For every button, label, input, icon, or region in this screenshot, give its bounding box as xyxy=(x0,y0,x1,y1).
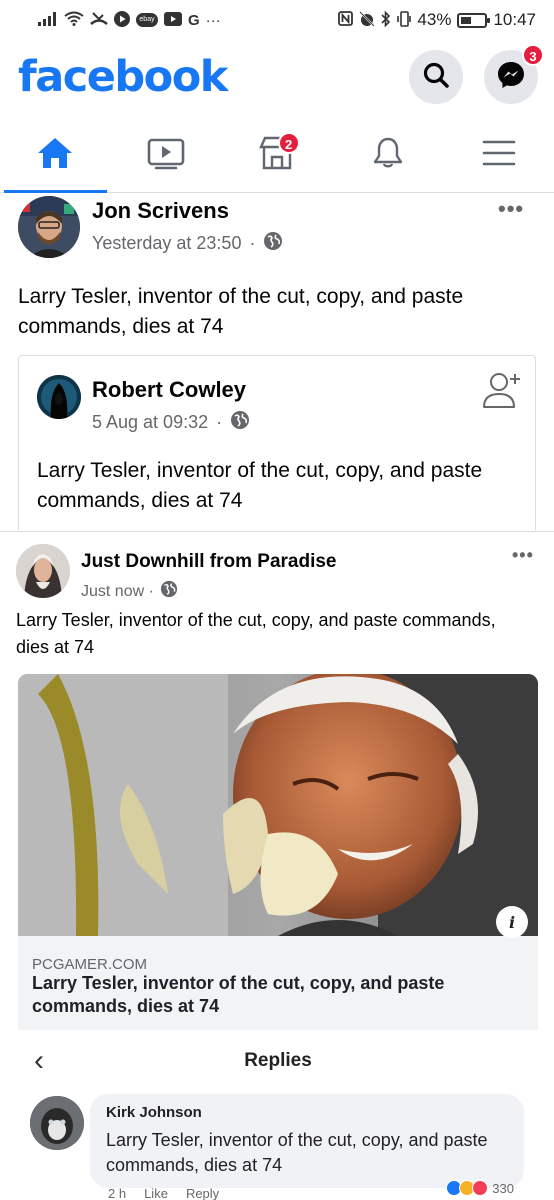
messenger-button[interactable]: 3 xyxy=(484,44,544,104)
reaction-count: 330 xyxy=(492,1180,514,1196)
link-domain: PCGAMER.COM xyxy=(32,956,148,973)
main-nav: 2 xyxy=(0,118,554,193)
nfc-icon xyxy=(338,11,354,29)
messenger-icon xyxy=(496,60,526,95)
search-icon xyxy=(422,61,450,94)
globe-icon xyxy=(263,231,283,256)
signal-icon xyxy=(38,11,58,29)
reply-author-avatar[interactable] xyxy=(30,1096,84,1150)
shared-author-name[interactable]: Robert Cowley xyxy=(92,377,246,403)
youtube-notification-icon xyxy=(164,11,182,29)
reply-actions: 2 h Like Reply xyxy=(108,1186,219,1200)
app-header: facebook 3 xyxy=(0,40,554,118)
post-text: Larry Tesler, inventor of the cut, copy,… xyxy=(18,285,464,339)
search-button[interactable] xyxy=(409,50,463,104)
shared-timestamp[interactable]: 5 Aug at 09:32 xyxy=(92,412,208,433)
status-bar: ebay G ··· 43% 10:47 xyxy=(0,0,554,40)
replies-panel: ‹ Replies Kirk Johnson Larry Tesler, inv… xyxy=(18,1030,538,1200)
link-title[interactable]: Larry Tesler, inventor of the cut, copy,… xyxy=(32,972,502,1019)
status-left: ebay G ··· xyxy=(38,10,221,30)
post2-timestamp[interactable]: Just now · xyxy=(81,583,154,601)
link-preview-image[interactable] xyxy=(18,674,538,936)
post-options-button[interactable]: ••• xyxy=(498,196,524,222)
meta-separator: · xyxy=(216,412,223,432)
reply-time: 2 h xyxy=(108,1186,127,1200)
post2-meta: Just now · xyxy=(81,580,178,603)
page-avatar[interactable] xyxy=(16,544,70,598)
shared-post[interactable]: Robert Cowley 5 Aug at 09:32 · Larry Tes… xyxy=(18,355,536,530)
reply-bubble[interactable]: Kirk Johnson Larry Tesler, inventor of t… xyxy=(90,1094,524,1188)
marketplace-badge: 2 xyxy=(277,132,300,154)
tab-marketplace[interactable]: 2 xyxy=(222,118,333,192)
tab-menu[interactable] xyxy=(443,118,554,192)
reply-author-name[interactable]: Kirk Johnson xyxy=(106,1104,202,1121)
link-info[interactable]: i PCGAMER.COM Larry Tesler, inventor of … xyxy=(18,906,538,1030)
wifi-icon xyxy=(64,11,84,29)
add-friend-button[interactable] xyxy=(481,370,523,415)
battery-percent: 43% xyxy=(417,10,452,29)
shared-post-text: Larry Tesler, inventor of the cut, copy,… xyxy=(37,459,483,513)
post2-options-button[interactable]: ••• xyxy=(512,545,534,566)
vibrate-icon xyxy=(397,10,412,30)
shared-author-avatar[interactable] xyxy=(37,375,81,419)
messenger-badge: 3 xyxy=(522,44,544,66)
replies-title: Replies xyxy=(244,1050,312,1071)
globe-icon xyxy=(230,410,250,435)
link-preview-card[interactable]: i PCGAMER.COM Larry Tesler, inventor of … xyxy=(18,674,538,1200)
post-author-name[interactable]: Jon Scrivens xyxy=(92,198,229,224)
bluetooth-icon xyxy=(381,10,391,30)
screenshot-seam xyxy=(0,531,554,532)
play-notification-icon xyxy=(114,10,130,30)
menu-icon xyxy=(481,138,517,173)
more-notifications: ··· xyxy=(205,11,221,29)
alarm-off-icon xyxy=(359,10,376,30)
globe-icon xyxy=(160,580,178,603)
info-icon: i xyxy=(508,912,516,932)
status-right: 43% 10:47 xyxy=(338,10,536,30)
post-author-avatar[interactable] xyxy=(18,196,80,258)
add-friend-icon xyxy=(481,373,523,414)
info-button[interactable]: i xyxy=(496,906,528,938)
ebay-notification-icon: ebay xyxy=(136,13,158,27)
tab-watch[interactable] xyxy=(111,118,222,192)
missed-call-icon xyxy=(90,11,108,29)
shared-meta: 5 Aug at 09:32 · xyxy=(92,410,250,435)
facebook-logo[interactable]: facebook xyxy=(18,52,228,102)
battery-icon xyxy=(457,12,491,28)
home-icon xyxy=(35,135,75,176)
post-meta: Yesterday at 23:50 · xyxy=(92,231,283,256)
like-link[interactable]: Like xyxy=(144,1186,168,1200)
tab-home[interactable] xyxy=(0,118,111,193)
love-reaction-icon xyxy=(472,1180,489,1196)
post-timestamp[interactable]: Yesterday at 23:50 xyxy=(92,233,241,254)
watch-icon xyxy=(146,136,186,175)
tab-notifications[interactable] xyxy=(332,118,443,192)
reply-link[interactable]: Reply xyxy=(186,1186,219,1200)
battery-level xyxy=(461,16,471,24)
reply-text: Larry Tesler, inventor of the cut, copy,… xyxy=(106,1130,488,1176)
reaction-summary[interactable]: 330 xyxy=(446,1180,514,1196)
meta-separator: · xyxy=(249,233,256,253)
post2-text: Larry Tesler, inventor of the cut, copy,… xyxy=(16,610,496,657)
clock: 10:47 xyxy=(493,10,536,29)
bell-icon xyxy=(370,135,406,176)
page-name[interactable]: Just Downhill from Paradise xyxy=(81,551,337,573)
google-notification-icon: G xyxy=(188,11,200,29)
